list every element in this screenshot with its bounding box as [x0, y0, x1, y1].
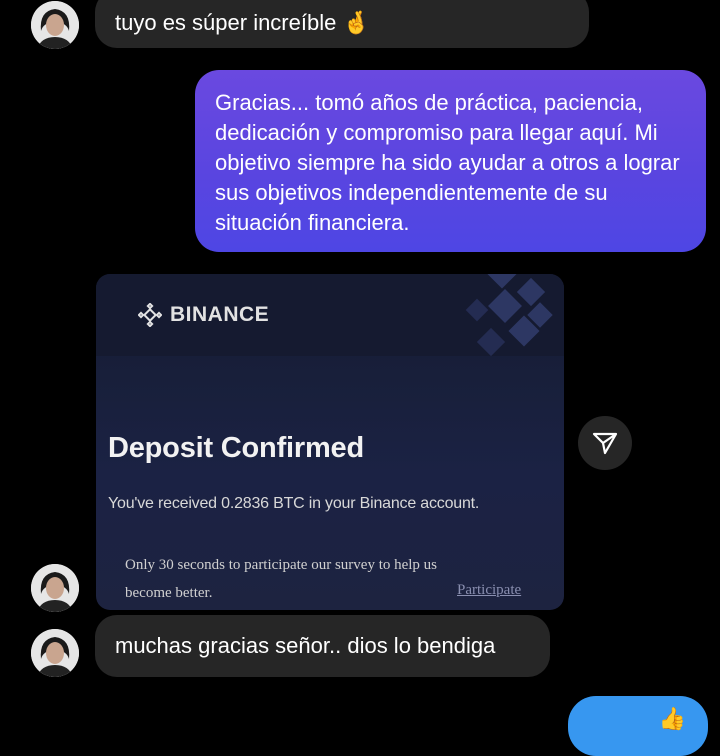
card-body-text: You've received 0.2836 BTC in your Binan…	[108, 495, 480, 512]
share-button[interactable]	[578, 416, 632, 470]
outgoing-message[interactable]: Gracias... tomó años de práctica, pacien…	[195, 70, 706, 252]
paper-plane-icon	[592, 432, 618, 455]
message-text: tuyo es súper increíble 🤞	[115, 10, 370, 35]
incoming-message[interactable]: muchas gracias señor.. dios lo bendiga	[95, 615, 550, 677]
card-title: Deposit Confirmed	[108, 432, 364, 464]
outgoing-message-partial[interactable]: 👍	[568, 696, 708, 756]
binance-logo-icon	[138, 303, 162, 327]
avatar[interactable]	[31, 629, 79, 677]
shared-image-binance[interactable]: BINANCE Deposit Confirmed You've receive…	[96, 274, 564, 610]
participate-link: Participate	[457, 582, 522, 598]
thumbs-up-emoji-icon: 👍	[658, 706, 686, 731]
brand-name: BINANCE	[170, 303, 270, 326]
avatar[interactable]	[31, 564, 79, 612]
binance-pattern-graphic	[465, 274, 553, 357]
binance-logo: BINANCE	[138, 303, 269, 327]
survey-text: Only 30 seconds to participate our surve…	[125, 557, 438, 601]
message-text: Gracias... tomó años de práctica, pacien…	[215, 90, 680, 235]
avatar[interactable]	[31, 1, 79, 49]
incoming-message[interactable]: tuyo es súper increíble 🤞	[95, 0, 589, 48]
message-text: muchas gracias señor.. dios lo bendiga	[115, 633, 496, 658]
